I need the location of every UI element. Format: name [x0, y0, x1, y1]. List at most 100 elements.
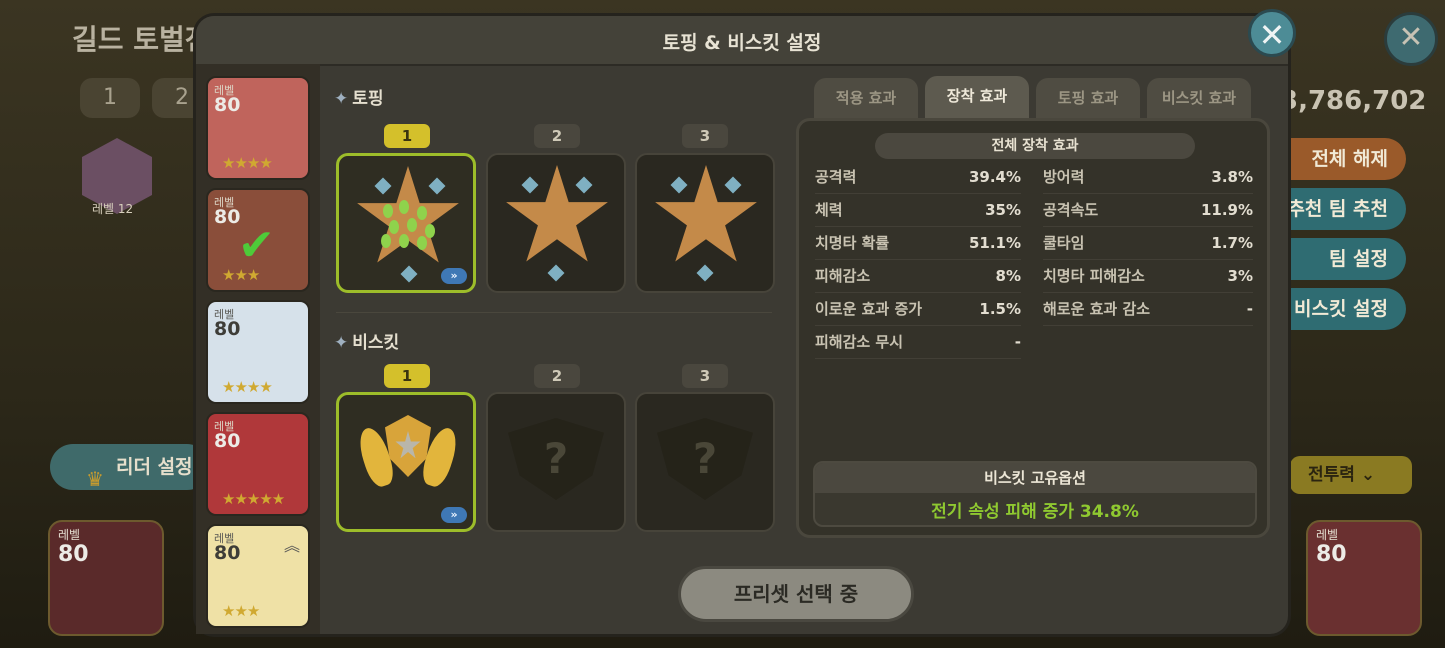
stat-row: 치명타 확률 51.1% — [815, 227, 1021, 260]
topping-beans-icon — [379, 200, 439, 250]
tab-topping-effect[interactable]: 토핑 효과 — [1036, 78, 1140, 118]
crown-icon: ♛ — [86, 467, 104, 491]
stat-name: 피해감소 무시 — [815, 333, 904, 351]
cookie-level: 80 — [214, 206, 241, 228]
upgrade-arrow-icon[interactable]: » — [441, 268, 467, 284]
stat-name: 체력 — [815, 201, 843, 219]
stat-name: 이로운 효과 증가 — [815, 300, 923, 318]
stat-row: 해로운 효과 감소 - — [1043, 293, 1253, 326]
power-sort-label: 전투력 — [1308, 465, 1355, 485]
power-sort-button[interactable]: 전투력 ⌄ — [1290, 456, 1412, 494]
stat-row: 이로운 효과 증가 1.5% — [815, 293, 1021, 326]
cookie-card-1[interactable]: 레벨 80 ★★★★ — [206, 76, 310, 180]
tab-biscuit-effect[interactable]: 비스킷 효과 — [1147, 78, 1251, 118]
stat-value: 8% — [995, 267, 1021, 285]
stat-row: 공격속도 11.9% — [1043, 194, 1253, 227]
stat-row: 피해감소 8% — [815, 260, 1021, 293]
stat-name: 쿨타임 — [1043, 234, 1085, 252]
leader-set-button[interactable]: ♛ 리더 설정 — [50, 444, 210, 491]
stat-value: 35% — [985, 201, 1021, 219]
stat-value: 1.5% — [979, 300, 1021, 318]
topping-slot-1[interactable]: » — [336, 153, 476, 293]
bg-title: 길드 토벌전 — [72, 23, 211, 56]
question-mark-icon: ? — [543, 434, 569, 483]
topping-star-icon — [506, 165, 608, 262]
selected-check-icon: ✔ — [238, 220, 275, 271]
tab-equip-effect[interactable]: 장착 효과 — [925, 76, 1029, 120]
biscuit-section-label: ✦ 비스킷 — [334, 328, 399, 353]
topping-star-icon — [655, 165, 757, 262]
biscuit-slot-2[interactable]: ? — [486, 392, 626, 532]
bg-card-level: 80 — [58, 542, 89, 567]
stat-value: 39.4% — [968, 168, 1021, 186]
cookie-level: 80 — [214, 542, 241, 564]
topping-slot-3[interactable] — [635, 153, 775, 293]
panel-title: 전체 장착 효과 — [875, 133, 1195, 159]
stat-value: 11.9% — [1200, 201, 1253, 219]
sparkle-icon: ✦ — [334, 89, 349, 109]
stat-value: - — [1014, 333, 1021, 351]
stat-name: 공격속도 — [1043, 201, 1099, 219]
stat-row: 쿨타임 1.7% — [1043, 227, 1253, 260]
topping-slot-number-2: 2 — [534, 124, 580, 148]
bg-tab-1[interactable]: 1 — [80, 78, 140, 118]
biscuit-slot-number-1: 1 — [384, 364, 430, 388]
bg-card-level: 80 — [1316, 542, 1347, 567]
tab-applied-effect[interactable]: 적용 효과 — [814, 78, 918, 118]
stat-row: 공격력 39.4% — [815, 161, 1021, 194]
cookie-card-2[interactable]: 레벨 80 ✔ ★★★ — [206, 188, 310, 292]
stat-name: 해로운 효과 감소 — [1043, 300, 1151, 318]
topping-slot-number-1: 1 — [384, 124, 430, 148]
stat-row: 치명타 피해감소 3% — [1043, 260, 1253, 293]
bg-bottom-cookie-card-2[interactable]: 레벨 80 — [1306, 520, 1422, 636]
stat-value: 51.1% — [968, 234, 1021, 252]
cookie-card-4[interactable]: 레벨 80 ★★★★★ — [206, 412, 310, 516]
sparkle-icon: ✦ — [334, 333, 349, 353]
cookie-stars: ★★★★★ — [222, 490, 285, 508]
biscuit-slot-3[interactable]: ? — [635, 392, 775, 532]
stat-name: 치명타 확률 — [815, 234, 890, 252]
upgrade-arrow-icon[interactable]: » — [441, 507, 467, 523]
cookie-stars: ★★★★ — [222, 378, 273, 396]
cookie-stars: ★★★ — [222, 266, 260, 284]
stat-value: 3.8% — [1211, 168, 1253, 186]
topping-section-label: ✦ 토핑 — [334, 84, 384, 109]
rank-up-icon: ︽ — [283, 536, 300, 555]
stat-name: 피해감소 — [815, 267, 871, 285]
cookie-card-3[interactable]: 레벨 80 ★★★★ — [206, 300, 310, 404]
stat-value: 3% — [1227, 267, 1253, 285]
cookie-level: 80 — [214, 430, 241, 452]
bg-close-icon[interactable]: ✕ — [1384, 12, 1438, 66]
biscuit-crest-icon — [354, 407, 462, 511]
stat-row: 피해감소 무시 - — [815, 326, 1021, 359]
cookie-level: 80 — [214, 318, 241, 340]
stat-value: - — [1246, 300, 1253, 318]
modal-title: 토핑 & 비스킷 설정 — [662, 32, 822, 54]
stat-value: 1.7% — [1211, 234, 1253, 252]
cookie-stars: ★★★ — [222, 602, 260, 620]
question-mark-icon: ? — [692, 434, 718, 483]
unique-option-title: 비스킷 고유옵션 — [815, 463, 1255, 493]
bg-card-level-label: 레벨 — [58, 528, 81, 542]
biscuit-slot-1[interactable]: » — [336, 392, 476, 532]
topping-slot-2[interactable] — [486, 153, 626, 293]
cookie-level: 80 — [214, 94, 241, 116]
stat-name: 치명타 피해감소 — [1043, 267, 1145, 285]
biscuit-section-text: 비스킷 — [352, 333, 400, 353]
close-icon[interactable]: ✕ — [1248, 9, 1296, 57]
bg-card-level-label: 레벨 — [1316, 528, 1339, 542]
cookie-card-5[interactable]: 레벨 80 ︽ ★★★ — [206, 524, 310, 628]
section-divider — [336, 312, 772, 313]
stat-name: 방어력 — [1043, 168, 1085, 186]
unique-option-value: 전기 속성 피해 증가 34.8% — [931, 502, 1139, 522]
cookie-list: 레벨 80 ★★★★ 레벨 80 ✔ ★★★ 레벨 80 ★★★★ 레벨 80 … — [196, 64, 320, 634]
topping-section-text: 토핑 — [352, 89, 384, 109]
stat-name: 공격력 — [815, 168, 857, 186]
biscuit-slot-number-3: 3 — [682, 364, 728, 388]
preset-select-button[interactable]: 프리셋 선택 중 — [678, 566, 914, 622]
bg-bottom-cookie-card-1[interactable]: 레벨 80 — [48, 520, 164, 636]
leader-set-label: 리더 설정 — [116, 456, 193, 478]
bg-pet-level: 레벨 12 — [92, 202, 134, 216]
cookie-stars: ★★★★ — [222, 154, 273, 172]
stat-row: 체력 35% — [815, 194, 1021, 227]
